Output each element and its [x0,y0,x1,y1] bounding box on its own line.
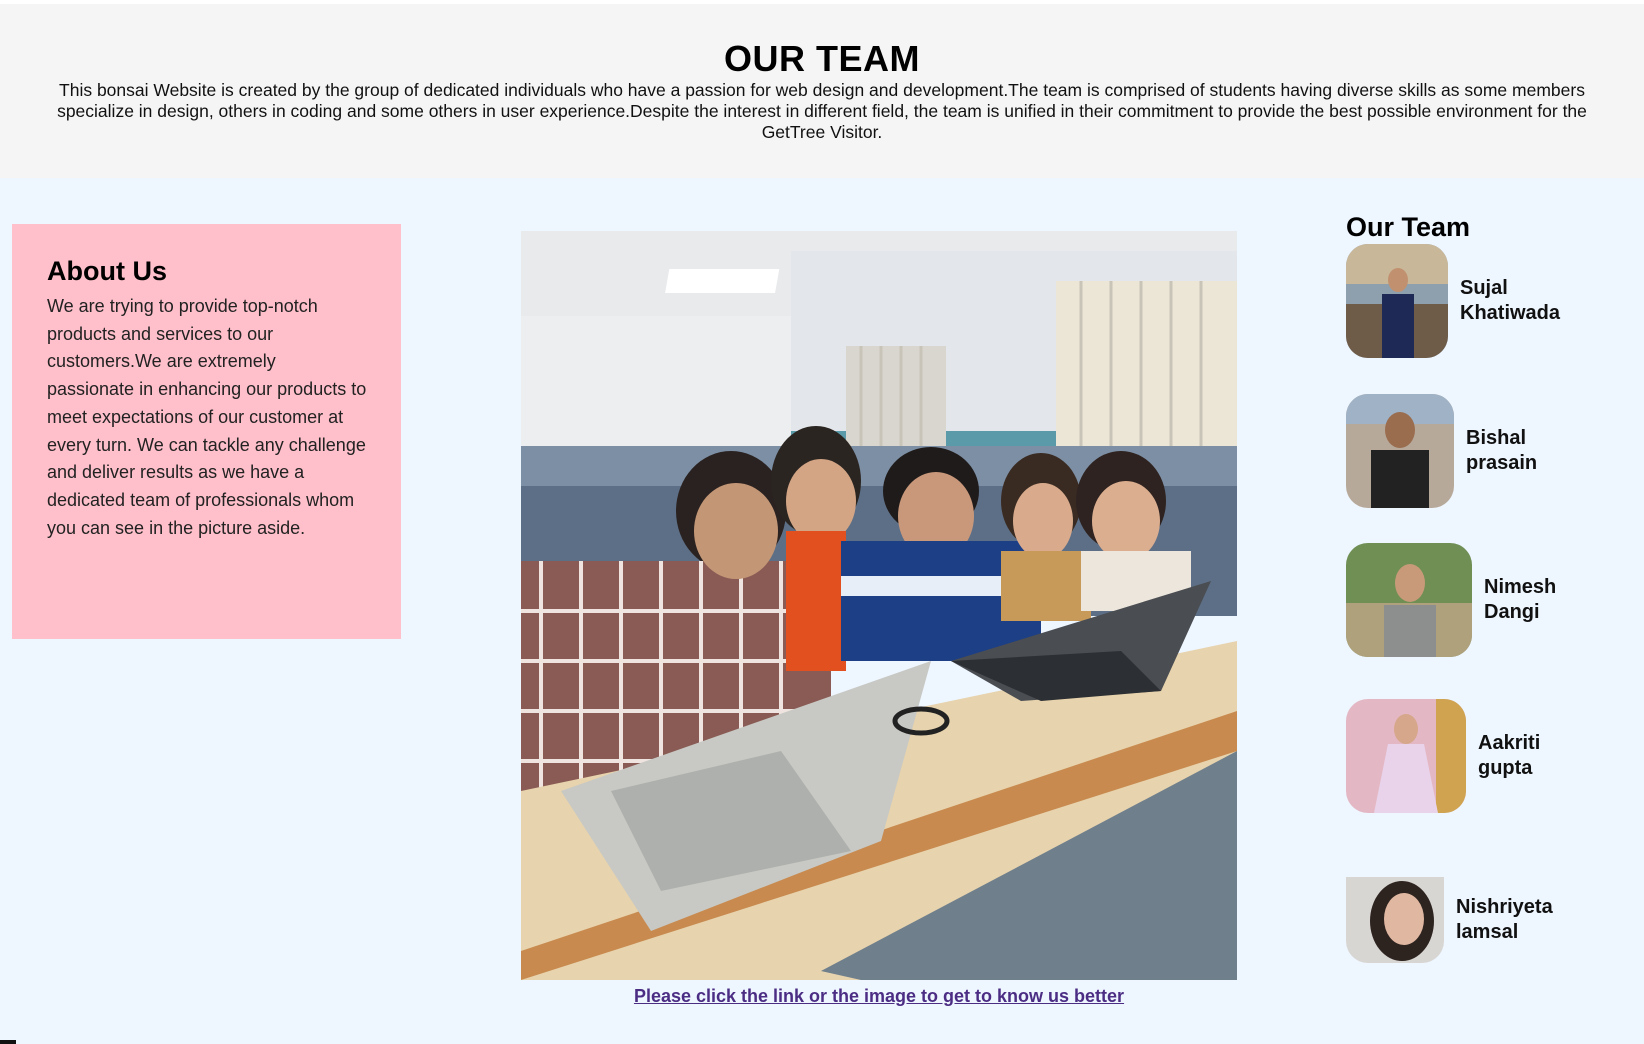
avatar[interactable] [1346,244,1448,358]
page-header: OUR TEAM This bonsai Website is created … [0,4,1644,178]
about-us-text: We are trying to provide top-notch produ… [47,296,367,538]
bottom-edge-mark [0,1040,16,1044]
sidebar-team-title: Our Team [1346,212,1471,242]
about-us-card: About Us We are trying to provide top-no… [12,224,401,639]
team-member-sujal[interactable]: Sujal Khatiwada [1346,244,1580,358]
avatar[interactable] [1346,394,1454,508]
member-last-name: lamsal [1456,921,1519,943]
about-us-title: About Us [47,256,167,286]
team-member-bishal[interactable]: Bishal prasain [1346,394,1586,508]
team-member-nimesh[interactable]: Nimesh Dangi [1346,543,1604,657]
member-first-name: Aakriti [1478,732,1541,754]
avatar[interactable] [1346,699,1466,813]
page-description: This bonsai Website is created by the gr… [57,80,1587,142]
page-title: OUR TEAM [724,38,920,79]
member-photo-sujal [1346,244,1448,358]
member-last-name: Khatiwada [1460,302,1561,324]
know-us-link[interactable]: Please click the link or the image to ge… [521,986,1237,1007]
member-first-name: Nimesh [1484,576,1557,598]
member-last-name: prasain [1466,452,1538,474]
member-first-name: Sujal [1460,277,1508,299]
avatar[interactable] [1346,877,1444,963]
member-photo-aakriti [1346,699,1466,813]
team-group-photo[interactable] [521,231,1237,980]
avatar[interactable] [1346,543,1472,657]
team-photo-image [521,231,1237,980]
member-first-name: Nishriyeta [1456,896,1553,918]
member-first-name: Bishal [1466,427,1527,449]
main-content: About Us We are trying to provide top-no… [0,178,1644,1044]
member-photo-nimesh [1346,543,1472,657]
member-last-name: Dangi [1484,601,1540,623]
member-photo-nishriyeta [1346,877,1444,963]
team-member-aakriti[interactable]: Aakriti gupta [1346,699,1598,813]
member-photo-bishal [1346,394,1454,508]
member-last-name: gupta [1478,757,1533,779]
team-member-nishriyeta[interactable]: Nishriyeta lamsal [1346,877,1576,963]
